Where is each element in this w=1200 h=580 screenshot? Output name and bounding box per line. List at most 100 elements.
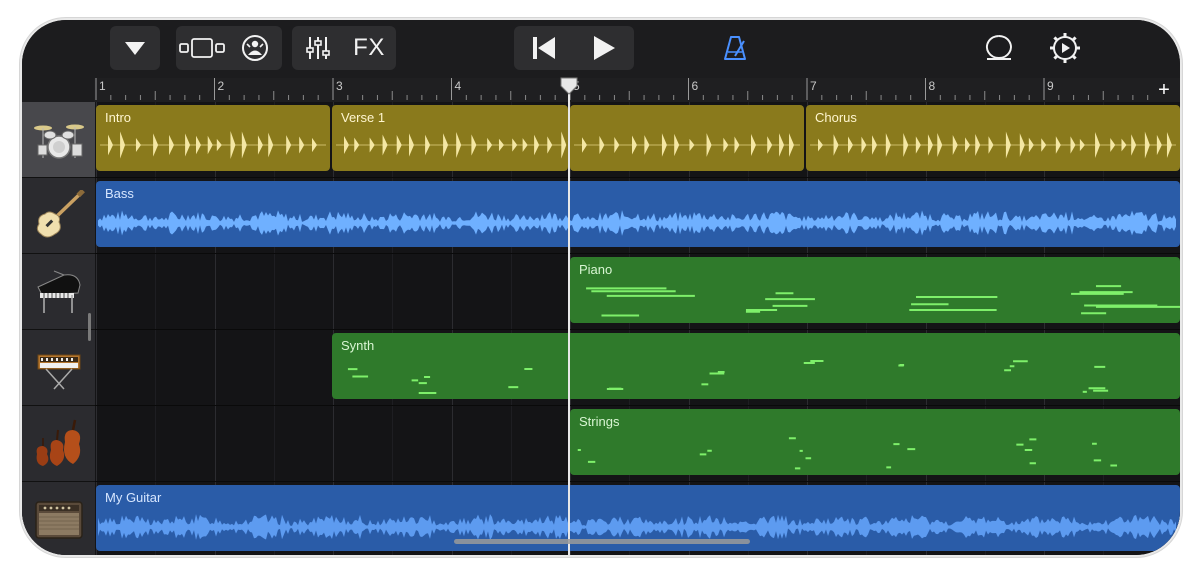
- timeline-ruler[interactable]: 123456789: [94, 78, 1180, 103]
- track-lane-synth: Synth: [95, 330, 1180, 406]
- region-chorus[interactable]: Chorus: [806, 105, 1180, 171]
- drum-hit: [1156, 134, 1162, 156]
- drum-hit: [1041, 138, 1047, 152]
- settings-button[interactable]: [1040, 26, 1090, 70]
- play-icon: [594, 36, 615, 60]
- drum-hit: [561, 131, 567, 159]
- tracks-view-button[interactable]: [176, 26, 228, 70]
- drum-hit: [241, 131, 247, 159]
- instrument-browser-button[interactable]: [230, 26, 280, 70]
- drum-hit: [257, 135, 263, 155]
- region-synth[interactable]: Synth: [332, 333, 1180, 399]
- bar-number: 8: [929, 79, 936, 93]
- track-header-bass[interactable]: [22, 178, 95, 254]
- region-verse-1[interactable]: Verse 1: [332, 105, 568, 171]
- drum-hit: [534, 134, 540, 156]
- track-headers: [22, 102, 95, 555]
- drum-pattern: [100, 131, 326, 159]
- drum-hit: [674, 133, 680, 157]
- region-label: Synth: [341, 338, 375, 353]
- drum-hit: [885, 133, 891, 157]
- region-bass[interactable]: Bass: [96, 181, 1180, 247]
- go-to-beginning-button[interactable]: [516, 26, 572, 70]
- track-scroll-indicator[interactable]: [88, 313, 91, 341]
- drum-pattern: [810, 131, 1176, 159]
- drum-hit: [169, 134, 175, 156]
- drum-hit: [153, 133, 159, 157]
- drum-hit: [872, 135, 878, 155]
- guitar-amp-icon: [34, 500, 83, 539]
- drum-hit: [120, 131, 126, 159]
- track-header-strings[interactable]: [22, 406, 95, 482]
- bass-guitar-icon: [36, 189, 85, 237]
- loop-browser-button[interactable]: [974, 26, 1024, 70]
- my-songs-menu-button[interactable]: [110, 26, 160, 70]
- track-lane-strings: Strings: [95, 406, 1180, 482]
- drum-hit: [988, 136, 994, 154]
- drum-hit: [1131, 134, 1137, 156]
- drum-hit: [903, 133, 909, 157]
- track-header-piano[interactable]: [22, 254, 95, 330]
- drum-hit: [522, 138, 528, 152]
- drum-hit: [443, 133, 449, 157]
- metronome-icon: [724, 36, 746, 60]
- drum-hit: [1005, 131, 1011, 159]
- region-strings[interactable]: Strings: [570, 409, 1180, 475]
- drum-hit: [1070, 136, 1076, 154]
- region-label: Strings: [579, 414, 620, 429]
- settings-gear-icon: [1050, 33, 1080, 63]
- drum-hit: [487, 137, 493, 153]
- drum-hit: [689, 138, 695, 152]
- drum-hit: [396, 134, 402, 156]
- drum-hit: [927, 134, 933, 156]
- drum-hit: [599, 135, 605, 155]
- track-header-synth[interactable]: [22, 330, 95, 406]
- region-label: Chorus: [815, 110, 857, 125]
- mixer-sliders-icon: [306, 37, 330, 59]
- drum-hit: [952, 134, 958, 156]
- region-label: Piano: [579, 262, 613, 277]
- region-intro[interactable]: Intro: [96, 105, 330, 171]
- drum-hit: [614, 136, 620, 154]
- track-header-drums[interactable]: [22, 102, 95, 178]
- track-header-guitar[interactable]: [22, 482, 95, 555]
- grand-piano-icon: [36, 269, 81, 313]
- region-label: Bass: [105, 186, 134, 201]
- fx-button[interactable]: FX: [344, 26, 394, 70]
- drum-hit: [1095, 132, 1101, 158]
- drum-hit: [848, 136, 854, 154]
- playhead-handle[interactable]: [559, 77, 579, 95]
- drum-hit: [779, 133, 785, 157]
- playhead-line[interactable]: [568, 80, 570, 555]
- ruler-ticks: 123456789: [95, 78, 1149, 100]
- drum-hit: [1028, 137, 1034, 153]
- drum-hit: [975, 134, 981, 156]
- region-piano[interactable]: Piano: [570, 257, 1180, 323]
- drum-hit: [286, 135, 292, 155]
- tracks-area[interactable]: Intro Verse 1 Chorus Bass Piano Synth St…: [95, 102, 1180, 555]
- control-bar: FX: [22, 20, 1180, 78]
- drum-pattern: [574, 133, 800, 157]
- drum-hit: [833, 134, 839, 156]
- drummer-browser-icon: [242, 35, 268, 61]
- play-button[interactable]: [576, 26, 632, 70]
- add-section-button[interactable]: +: [1153, 78, 1175, 102]
- synth-keyboard-icon: [37, 354, 80, 390]
- mixer-button[interactable]: [294, 26, 342, 70]
- metronome-button[interactable]: [710, 26, 760, 70]
- drum-hit: [734, 136, 740, 154]
- drum-hit: [108, 134, 113, 156]
- drum-hit: [344, 135, 349, 155]
- drum-hit: [915, 136, 921, 154]
- drum-hit: [471, 134, 477, 156]
- drum-hit: [861, 136, 867, 154]
- drum-hit: [818, 138, 823, 152]
- region-verse-2[interactable]: [570, 105, 804, 171]
- drum-hit: [512, 138, 518, 152]
- drum-hit: [644, 135, 650, 155]
- drum-hit: [788, 133, 794, 157]
- triangle-down-icon: [125, 42, 145, 55]
- region-label: Verse 1: [341, 110, 386, 125]
- drum-hit: [382, 134, 388, 156]
- go-to-beginning-icon: [533, 37, 555, 59]
